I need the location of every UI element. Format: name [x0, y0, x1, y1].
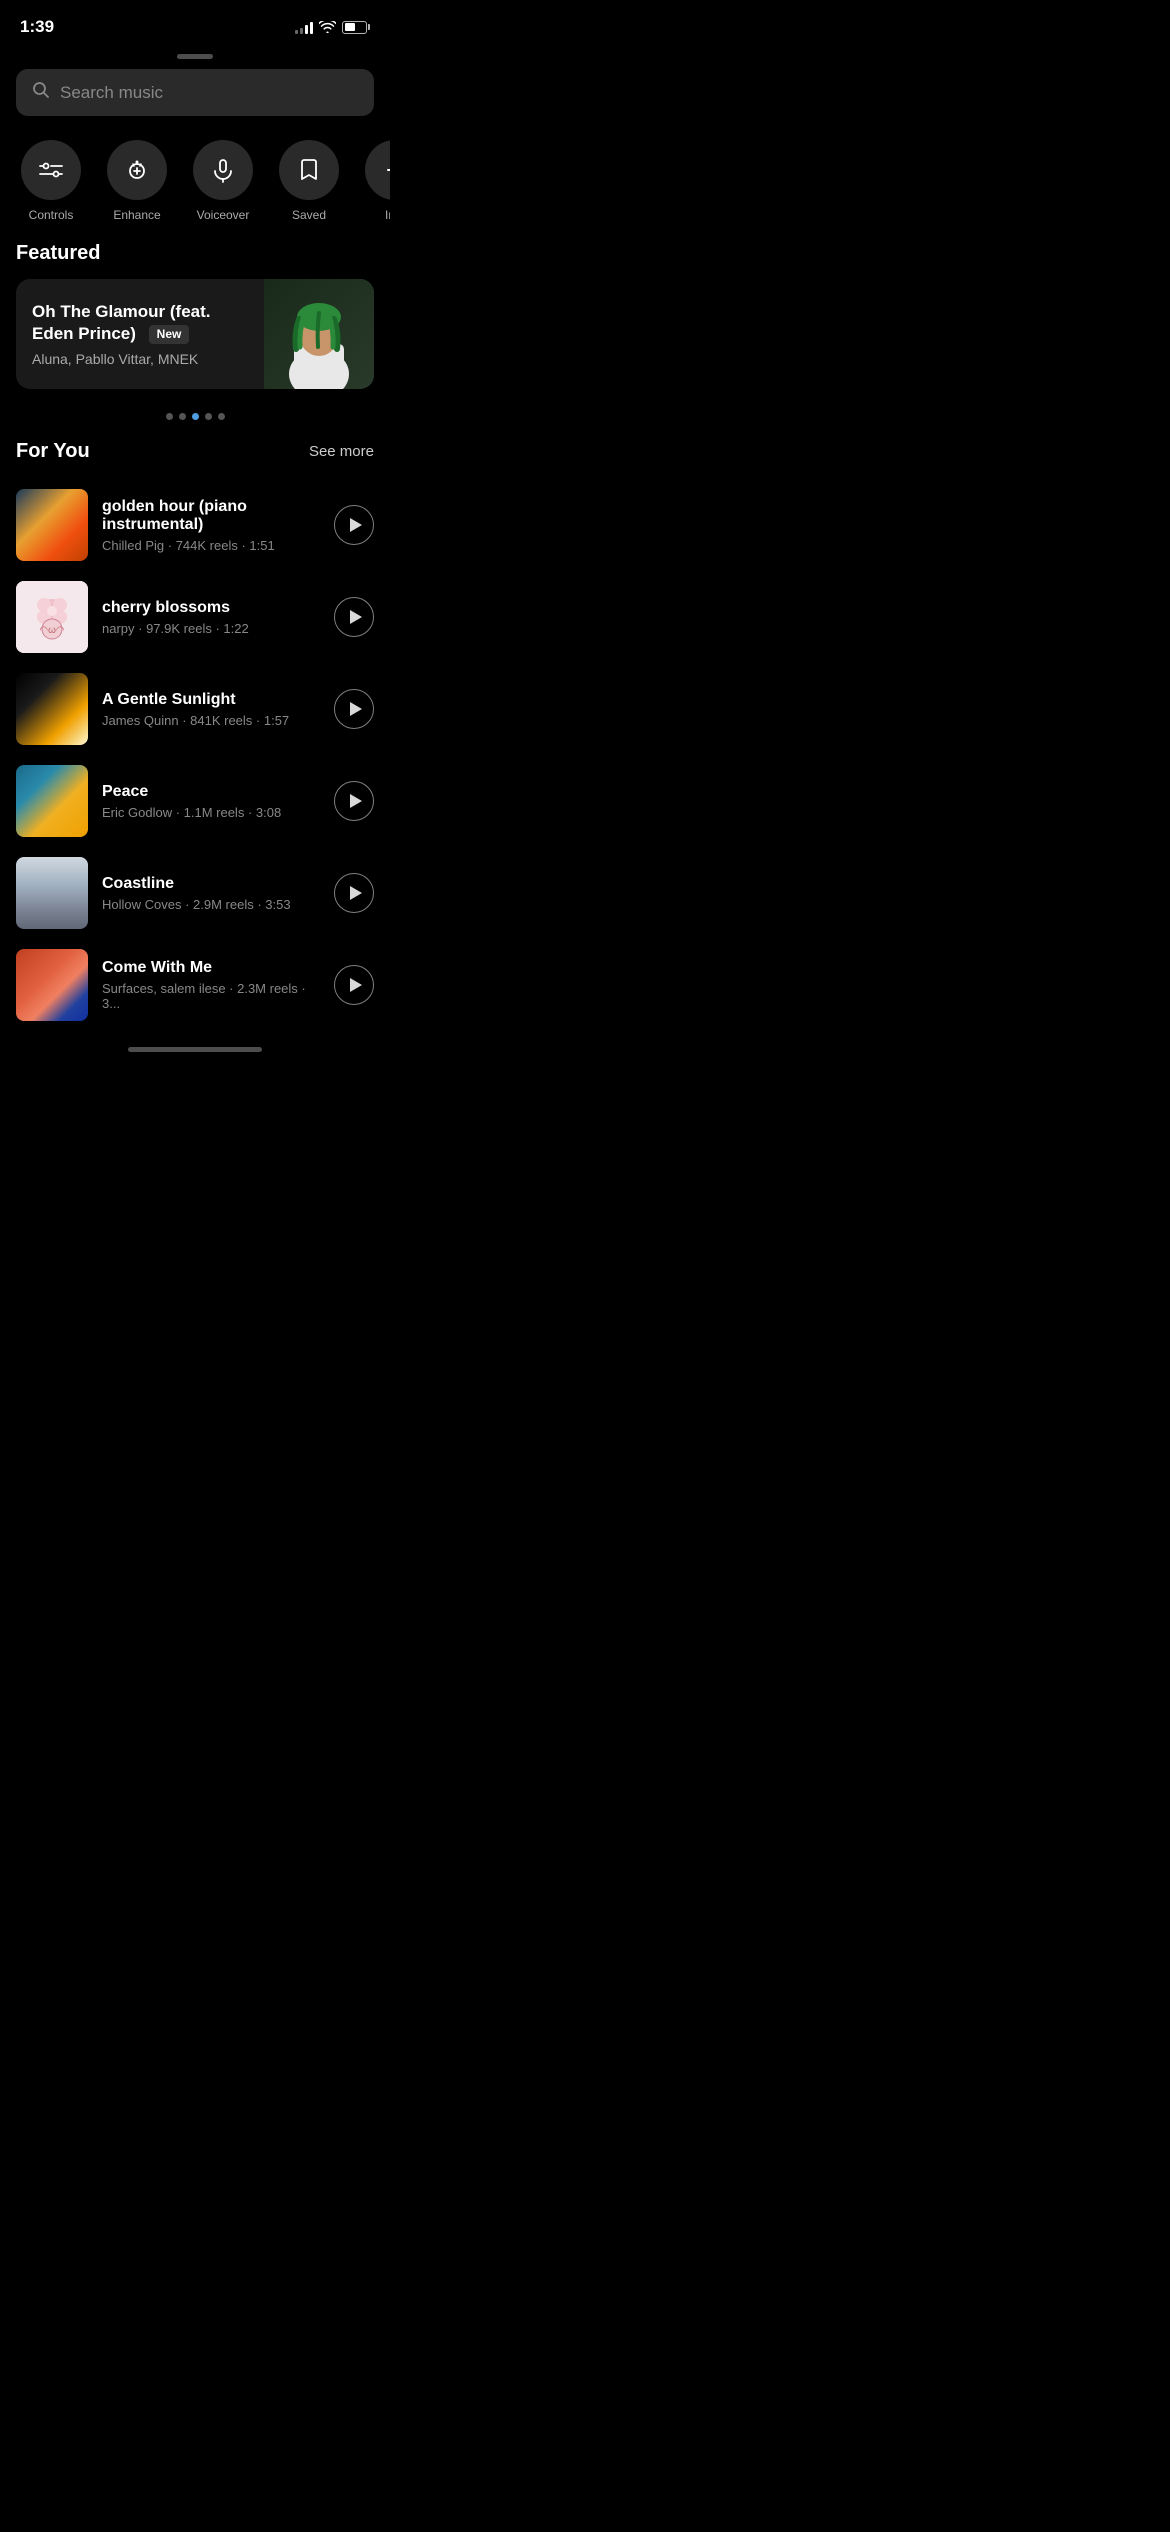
play-button-3[interactable]	[334, 689, 374, 729]
play-button-5[interactable]	[334, 873, 374, 913]
track-info-5: Coastline Hollow Coves · 2.9M reels · 3:…	[102, 875, 320, 912]
search-icon	[32, 81, 50, 104]
see-more-button[interactable]: See more	[309, 443, 374, 460]
track-meta-2: narpy · 97.9K reels · 1:22	[102, 621, 320, 636]
search-bar[interactable]: Search music	[16, 69, 374, 116]
track-info-2: cherry blossoms narpy · 97.9K reels · 1:…	[102, 599, 320, 636]
for-you-section: For You See more golden hour (piano inst…	[0, 440, 390, 1031]
action-saved[interactable]: Saved	[274, 140, 344, 222]
voiceover-icon	[193, 140, 253, 200]
featured-section: Featured Oh The Glamour (feat. Eden Prin…	[0, 242, 390, 440]
track-title-6: Come With Me	[102, 959, 320, 977]
track-info-1: golden hour (piano instrumental) Chilled…	[102, 498, 320, 553]
imp-label: Imp	[385, 208, 390, 222]
battery-icon	[342, 21, 370, 34]
list-item[interactable]: Come With Me Surfaces, salem ilese · 2.3…	[16, 939, 374, 1031]
featured-card[interactable]: Oh The Glamour (feat. Eden Prince) New A…	[16, 279, 374, 389]
track-meta-6: Surfaces, salem ilese · 2.3M reels · 3..…	[102, 981, 320, 1011]
track-info-6: Come With Me Surfaces, salem ilese · 2.3…	[102, 959, 320, 1011]
featured-title: Featured	[0, 242, 390, 279]
dot-4	[205, 413, 212, 420]
track-thumb-3	[16, 673, 88, 745]
track-thumb-6	[16, 949, 88, 1021]
list-item[interactable]: A Gentle Sunlight James Quinn · 841K ree…	[16, 663, 374, 755]
svg-text:◠ω◠: ◠ω◠	[39, 625, 65, 636]
enhance-icon	[107, 140, 167, 200]
track-title-3: A Gentle Sunlight	[102, 691, 320, 709]
for-you-header: For You See more	[0, 440, 390, 479]
track-title-1: golden hour (piano instrumental)	[102, 498, 320, 534]
track-title-2: cherry blossoms	[102, 599, 320, 617]
play-button-4[interactable]	[334, 781, 374, 821]
dot-3	[192, 413, 199, 420]
track-title-5: Coastline	[102, 875, 320, 893]
track-info-4: Peace Eric Godlow · 1.1M reels · 3:08	[102, 783, 320, 820]
featured-song-title: Oh The Glamour (feat. Eden Prince) New	[32, 301, 248, 345]
enhance-label: Enhance	[113, 208, 160, 222]
saved-icon	[279, 140, 339, 200]
track-meta-1: Chilled Pig · 744K reels · 1:51	[102, 538, 320, 553]
track-thumb-5	[16, 857, 88, 929]
action-imp[interactable]: Imp	[360, 140, 390, 222]
featured-text: Oh The Glamour (feat. Eden Prince) New A…	[16, 285, 264, 383]
track-thumb-2: ◠ω◠	[16, 581, 88, 653]
controls-label: Controls	[29, 208, 74, 222]
featured-image	[264, 279, 374, 389]
saved-label: Saved	[292, 208, 326, 222]
actions-row: Controls Enhance Voiceover	[0, 132, 390, 242]
action-enhance[interactable]: Enhance	[102, 140, 172, 222]
track-thumb-4	[16, 765, 88, 837]
track-meta-5: Hollow Coves · 2.9M reels · 3:53	[102, 897, 320, 912]
track-info-3: A Gentle Sunlight James Quinn · 841K ree…	[102, 691, 320, 728]
search-input-placeholder: Search music	[60, 83, 163, 103]
action-voiceover[interactable]: Voiceover	[188, 140, 258, 222]
featured-badge: New	[149, 325, 190, 345]
handle-bar	[0, 48, 390, 69]
track-meta-3: James Quinn · 841K reels · 1:57	[102, 713, 320, 728]
status-icons	[295, 20, 370, 34]
signal-icon	[295, 20, 313, 34]
list-item[interactable]: ◠ω◠ cherry blossoms narpy · 97.9K reels …	[16, 571, 374, 663]
search-container[interactable]: Search music	[0, 69, 390, 132]
home-indicator	[0, 1031, 390, 1060]
featured-artist: Aluna, Pabllo Vittar, MNEK	[32, 351, 248, 367]
status-bar: 1:39	[0, 0, 390, 48]
play-button-6[interactable]	[334, 965, 374, 1005]
wifi-icon	[319, 21, 336, 33]
music-list: golden hour (piano instrumental) Chilled…	[0, 479, 390, 1031]
dot-2	[179, 413, 186, 420]
controls-icon	[21, 140, 81, 200]
play-button-1[interactable]	[334, 505, 374, 545]
imp-icon	[365, 140, 390, 200]
carousel-dots	[0, 405, 390, 440]
for-you-title: For You	[16, 440, 90, 463]
list-item[interactable]: Coastline Hollow Coves · 2.9M reels · 3:…	[16, 847, 374, 939]
list-item[interactable]: Peace Eric Godlow · 1.1M reels · 3:08	[16, 755, 374, 847]
action-controls[interactable]: Controls	[16, 140, 86, 222]
dot-5	[218, 413, 225, 420]
list-item[interactable]: golden hour (piano instrumental) Chilled…	[16, 479, 374, 571]
dot-1	[166, 413, 173, 420]
track-title-4: Peace	[102, 783, 320, 801]
voiceover-label: Voiceover	[197, 208, 250, 222]
track-meta-4: Eric Godlow · 1.1M reels · 3:08	[102, 805, 320, 820]
play-button-2[interactable]	[334, 597, 374, 637]
track-thumb-1	[16, 489, 88, 561]
status-time: 1:39	[20, 17, 54, 37]
